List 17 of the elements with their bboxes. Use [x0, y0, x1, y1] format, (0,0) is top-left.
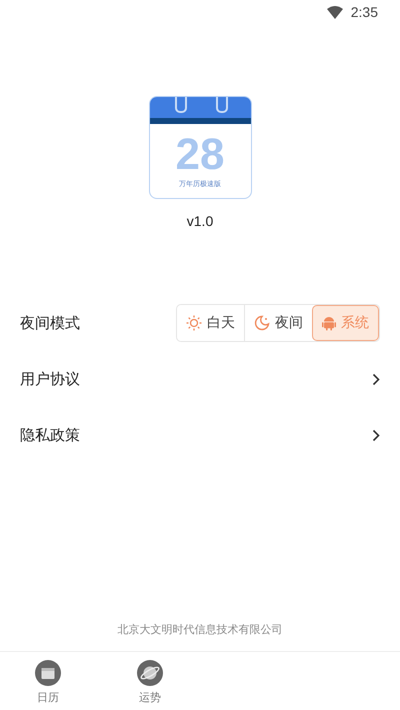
chevron-right-icon[interactable] [372, 372, 380, 386]
planet-icon[interactable] [137, 660, 163, 686]
company-name: 北京大文明时代信息技术有限公司 [116, 622, 284, 637]
version-text: v1.0 [186, 213, 214, 229]
android-icon [322, 315, 336, 331]
status-time: 2:35 [350, 4, 378, 20]
moon-icon [254, 315, 270, 331]
setting-label: 用户协议 [20, 370, 80, 388]
nav-label[interactable]: 运势 [139, 690, 161, 705]
wifi-icon [326, 6, 343, 18]
calendar-icon[interactable] [35, 660, 61, 686]
nav-label[interactable]: 日历 [37, 690, 59, 705]
logo-day: 28 [176, 133, 224, 177]
setting-label: 隐私政策 [20, 426, 80, 444]
setting-label: 夜间模式 [20, 314, 80, 332]
chevron-right-icon[interactable] [372, 428, 380, 442]
sun-icon [186, 315, 202, 331]
